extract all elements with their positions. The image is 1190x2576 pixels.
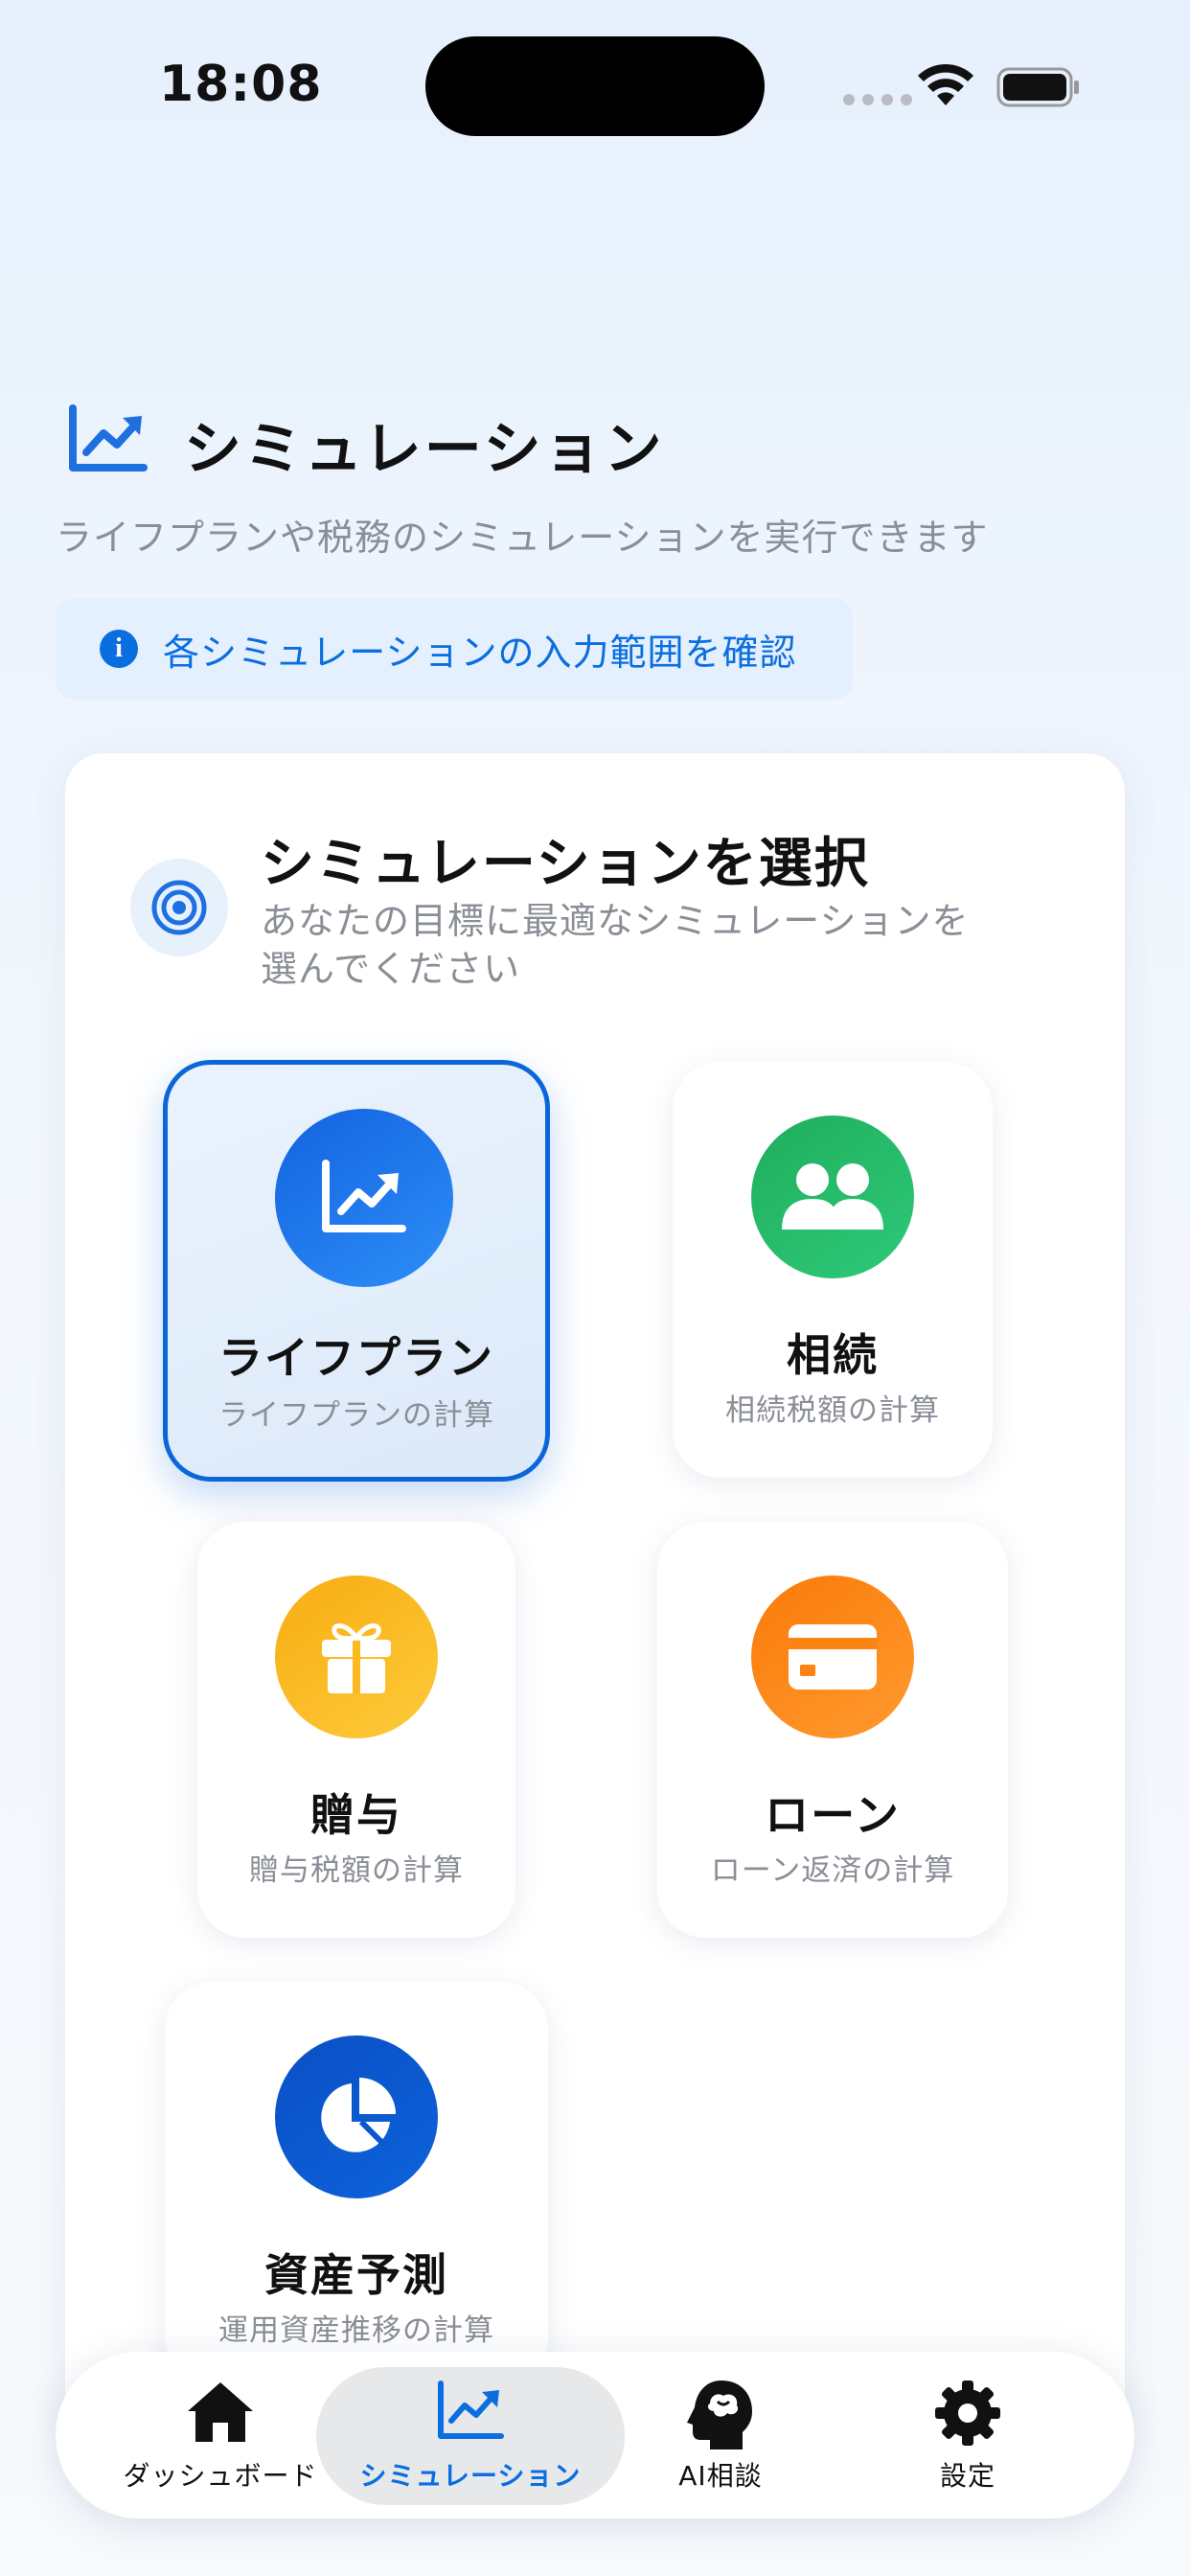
pie-chart-icon xyxy=(275,2036,438,2198)
tab-simulation[interactable]: シミュレーション xyxy=(316,2367,625,2505)
card-description-line: 選んでください xyxy=(261,948,521,990)
simulation-tile-gift[interactable]: 贈与 贈与税額の計算 xyxy=(197,1522,515,1938)
tab-label: シミュレーション xyxy=(359,2460,582,2492)
battery-icon xyxy=(996,67,1079,107)
tile-sub: 相続税額の計算 xyxy=(725,1393,940,1428)
card-description-line: あなたの目標に最適なシミュレーションを xyxy=(261,900,970,942)
gift-icon xyxy=(275,1576,438,1738)
tile-sub: 運用資産推移の計算 xyxy=(218,2313,494,2348)
users-icon xyxy=(751,1116,914,1278)
tile-label: ローン xyxy=(765,1789,901,1841)
credit-card-icon xyxy=(751,1576,914,1738)
tile-sub: 贈与税額の計算 xyxy=(249,1853,464,1888)
page-title: シミュレーション xyxy=(184,416,665,483)
status-time: 18:08 xyxy=(159,56,323,113)
tab-ai-consult[interactable]: AI相談 xyxy=(644,2367,797,2505)
tile-sub: ライフプランの計算 xyxy=(218,1398,494,1433)
tile-label: 贈与 xyxy=(310,1789,402,1841)
tab-dashboard[interactable]: ダッシュボード xyxy=(115,2367,326,2505)
brain-head-icon xyxy=(687,2380,752,2450)
page-subtitle: ライフプランや税務のシミュレーションを実行できます xyxy=(56,517,989,559)
chart-line-icon xyxy=(275,1109,453,1287)
chart-line-icon xyxy=(69,404,148,472)
card-description: あなたの目標に最適なシミュレーションを 選んでください xyxy=(261,897,1027,993)
info-banner-label: 各シミュレーションの入力範囲を確認 xyxy=(163,631,797,674)
simulation-tile-loan[interactable]: ローン ローン返済の計算 xyxy=(657,1522,1008,1938)
tab-settings[interactable]: 設定 xyxy=(891,2367,1044,2505)
tile-label: 資産予測 xyxy=(264,2249,448,2301)
card-title: シミュレーションを選択 xyxy=(261,833,870,895)
dynamic-island xyxy=(425,36,765,136)
cellular-signal-icon xyxy=(843,94,912,105)
wifi-icon xyxy=(918,63,973,105)
tile-label: ライフプラン xyxy=(218,1332,494,1384)
home-icon xyxy=(188,2382,253,2442)
simulation-tile-lifeplan[interactable]: ライフプラン ライフプランの計算 xyxy=(163,1060,550,1482)
tab-label: ダッシュボード xyxy=(123,2460,318,2492)
tile-sub: ローン返済の計算 xyxy=(710,1853,955,1888)
tab-label: 設定 xyxy=(939,2460,995,2492)
tile-label: 相続 xyxy=(787,1329,879,1381)
simulation-tile-inheritance[interactable]: 相続 相続税額の計算 xyxy=(673,1062,993,1478)
input-range-info-button[interactable]: i 各シミュレーションの入力範囲を確認 xyxy=(56,598,853,700)
info-icon: i xyxy=(100,630,138,668)
tab-label: AI相談 xyxy=(678,2460,763,2492)
gear-icon xyxy=(935,2380,1000,2446)
chart-line-icon xyxy=(438,2380,504,2439)
target-icon xyxy=(130,859,228,956)
simulation-tile-asset-forecast[interactable]: 資産予測 運用資産推移の計算 xyxy=(165,1982,548,2384)
